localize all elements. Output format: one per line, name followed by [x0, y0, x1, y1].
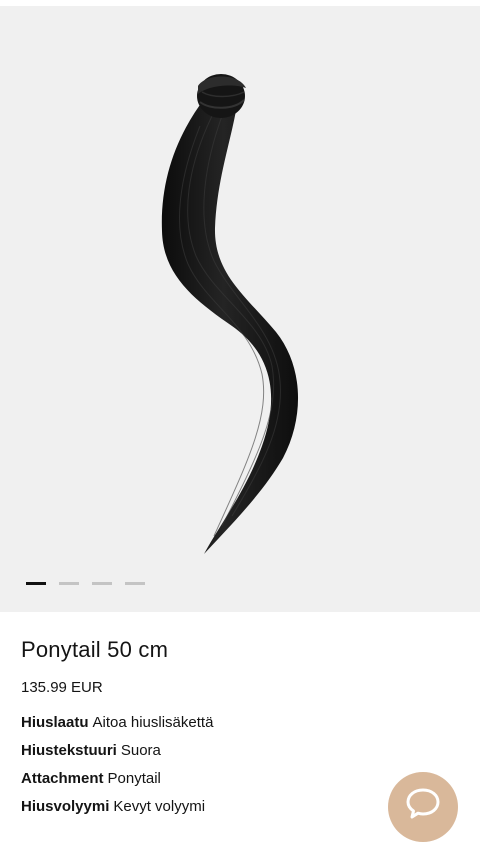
chat-bubble-icon [406, 788, 440, 819]
product-title: Ponytail 50 cm [21, 637, 169, 662]
attribute-row: Hiuslaatu Aitoa hiuslisäkettä [21, 709, 460, 737]
attribute-value: Ponytail [107, 770, 161, 787]
attribute-label: Hiuslaatu [21, 714, 89, 731]
attribute-value: Aitoa hiuslisäkettä [92, 714, 214, 731]
slide-dot-2[interactable] [59, 582, 79, 585]
attribute-value: Suora [120, 742, 161, 759]
attribute-value: Kevyt volyymi [113, 798, 206, 815]
product-image-gallery[interactable] [0, 6, 480, 612]
attribute-label: Hiustekstuuri [21, 742, 117, 759]
product-price: 135.99 EUR [21, 679, 103, 696]
chat-button[interactable] [388, 772, 458, 842]
attribute-label: Attachment [21, 770, 104, 787]
slide-dot-1[interactable] [26, 582, 46, 585]
slide-indicator [26, 582, 145, 586]
attribute-label: Hiusvolyymi [21, 798, 110, 815]
slide-dot-3[interactable] [92, 582, 112, 585]
attribute-row: Hiustekstuuri Suora [21, 737, 460, 765]
slide-dot-4[interactable] [125, 582, 145, 585]
product-image [161, 74, 299, 554]
